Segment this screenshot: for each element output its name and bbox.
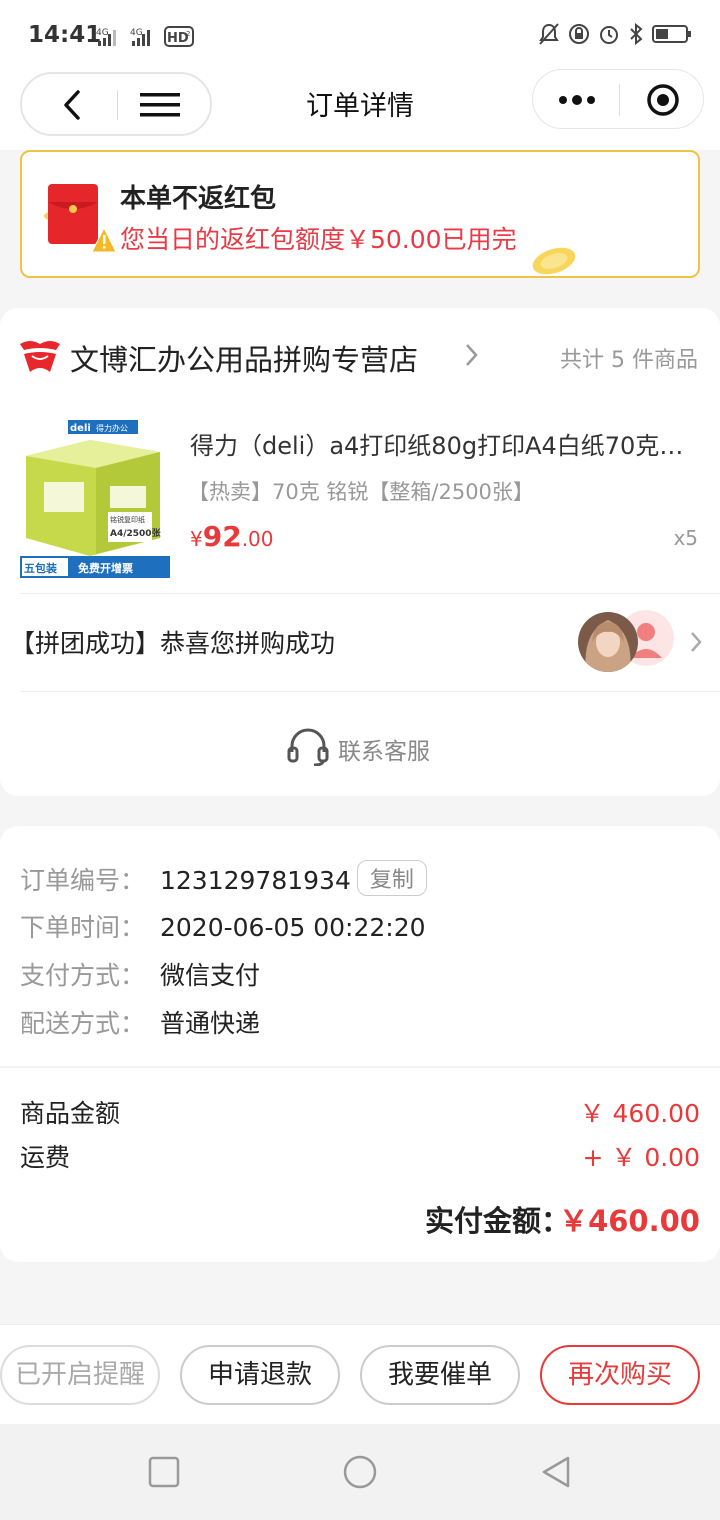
chevron-right-icon — [691, 632, 702, 652]
bluetooth-icon — [630, 23, 643, 45]
red-packet-warning-icon — [44, 184, 117, 253]
copy-button[interactable]: 复制 — [356, 860, 427, 896]
signal-4g-icon: 4G — [96, 28, 116, 46]
lock-rotation-icon — [569, 24, 589, 44]
order-number-label: 订单编号： — [20, 866, 146, 895]
price-symbol: ¥ — [190, 527, 203, 551]
shop-order-card: 文博汇办公用品拼购专营店 共计 5 件商品 deli 得力办公 铭锐复印纸 A4… — [0, 308, 720, 796]
mute-bell-icon — [539, 23, 559, 45]
payment-method-value: 微信支付 — [160, 961, 261, 990]
order-number-value: 123129781934 — [160, 866, 351, 895]
status-icons — [538, 22, 692, 46]
order-time-label: 下单时间： — [20, 913, 146, 942]
network-label-2: 4G — [130, 28, 143, 38]
order-number-row: 订单编号： 123129781934 复制 — [20, 860, 427, 896]
nav-bar: 订单详情 — [0, 64, 720, 150]
system-nav-bar — [0, 1424, 720, 1520]
avatar — [578, 612, 638, 672]
shop-logo-icon — [20, 341, 60, 372]
product-box-text: 铭锐复印纸 — [110, 515, 145, 524]
home-icon[interactable] — [342, 1454, 378, 1490]
price-integer: 92 — [202, 520, 242, 553]
coin-icon — [532, 247, 576, 275]
product-banner-left: 五包装 — [24, 561, 57, 575]
alarm-icon — [600, 26, 618, 44]
product-quantity: x5 — [673, 526, 698, 550]
contact-service-label: 联系客服 — [338, 739, 430, 765]
product-image[interactable]: deli 得力办公 铭锐复印纸 A4/2500张 五包装 免费开增票 — [20, 416, 170, 580]
product-brand-tag: deli — [70, 423, 91, 434]
hd-icon: HD 2 — [164, 26, 194, 47]
product-box-spec: A4/2500张 — [110, 527, 162, 539]
payment-method-label: 支付方式： — [20, 961, 146, 990]
shop-name: 文博汇办公用品拼购专营店 — [70, 343, 419, 377]
signal-indicators: 4G 4G HD 2 — [96, 24, 194, 48]
battery-icon — [652, 25, 691, 43]
capsule-divider-right — [619, 84, 620, 116]
total-paid-value: ￥460.00 — [559, 1204, 700, 1238]
nav-capsule-right — [532, 69, 704, 129]
recents-icon[interactable] — [146, 1454, 182, 1490]
total-paid-label: 实付金额： — [424, 1204, 570, 1238]
more-icon[interactable] — [555, 88, 599, 112]
status-time: 14:41 — [28, 22, 102, 48]
order-action-bar: 已开启提醒 申请退款 我要催单 再次购买 — [0, 1324, 720, 1424]
apply-refund-button[interactable]: 申请退款 — [180, 1345, 340, 1405]
signal-4g-icon-2: 4G — [130, 28, 150, 46]
notice-subtitle: 您当日的返红包额度￥50.00已用完 — [120, 225, 517, 254]
notice-title: 本单不返红包 — [120, 184, 277, 214]
product-banner-right: 免费开增票 — [78, 561, 133, 575]
price-decimal: .00 — [241, 527, 274, 551]
delivery-method-label: 配送方式： — [20, 1009, 146, 1038]
contact-service-button[interactable]: 联系客服 — [0, 692, 720, 796]
status-bar: 14:41 4G 4G HD 2 — [0, 0, 720, 72]
product-price: ¥92.00 — [190, 520, 274, 553]
shipping-value: + ￥ 0.00 — [582, 1143, 700, 1172]
close-miniapp-icon[interactable] — [645, 82, 681, 118]
order-info-card: 订单编号： 123129781934 复制 下单时间： 2020-06-05 00:2… — [0, 826, 720, 1262]
shipping-label: 运费 — [20, 1143, 71, 1172]
goods-amount-value: ￥ 460.00 — [579, 1099, 700, 1128]
hd-sub-label: 2 — [186, 30, 190, 38]
product-spec: 【热卖】70克 铭锐【整箱/2500张】 — [188, 480, 534, 504]
delivery-method-value: 普通快递 — [160, 1009, 261, 1038]
order-time-row: 下单时间： 2020-06-05 00:22:20 — [20, 908, 426, 944]
goods-amount-label: 商品金额 — [20, 1099, 121, 1128]
product-title[interactable]: 得力（deli）a4打印纸80g打印A4白纸70克复印纸草稿纸单包500张整箱 — [190, 426, 696, 461]
red-packet-notice: 本单不返红包 您当日的返红包额度￥50.00已用完 — [20, 150, 700, 278]
item-count: 共计 5 件商品 — [560, 348, 698, 373]
chevron-right-icon — [466, 344, 478, 366]
reminder-enabled-button[interactable]: 已开启提醒 — [0, 1345, 160, 1405]
network-label-1: 4G — [96, 28, 109, 38]
delivery-method-row: 配送方式： 普通快递 — [20, 1004, 260, 1040]
back-nav-icon[interactable] — [538, 1454, 574, 1490]
urge-shipping-button[interactable]: 我要催单 — [360, 1345, 520, 1405]
order-time-value: 2020-06-05 00:22:20 — [160, 913, 426, 942]
group-buy-status: 【拼团成功】恭喜您拼购成功 — [10, 629, 336, 658]
shop-header[interactable]: 文博汇办公用品拼购专营店 共计 5 件商品 — [0, 308, 720, 404]
headset-icon — [287, 728, 329, 766]
product-brand-tag-cn: 得力办公 — [96, 423, 128, 433]
group-buy-status-row[interactable]: 【拼团成功】恭喜您拼购成功 — [0, 594, 720, 692]
payment-method-row: 支付方式： 微信支付 — [20, 956, 260, 992]
buy-again-button[interactable]: 再次购买 — [540, 1345, 700, 1405]
divider — [0, 1066, 720, 1068]
